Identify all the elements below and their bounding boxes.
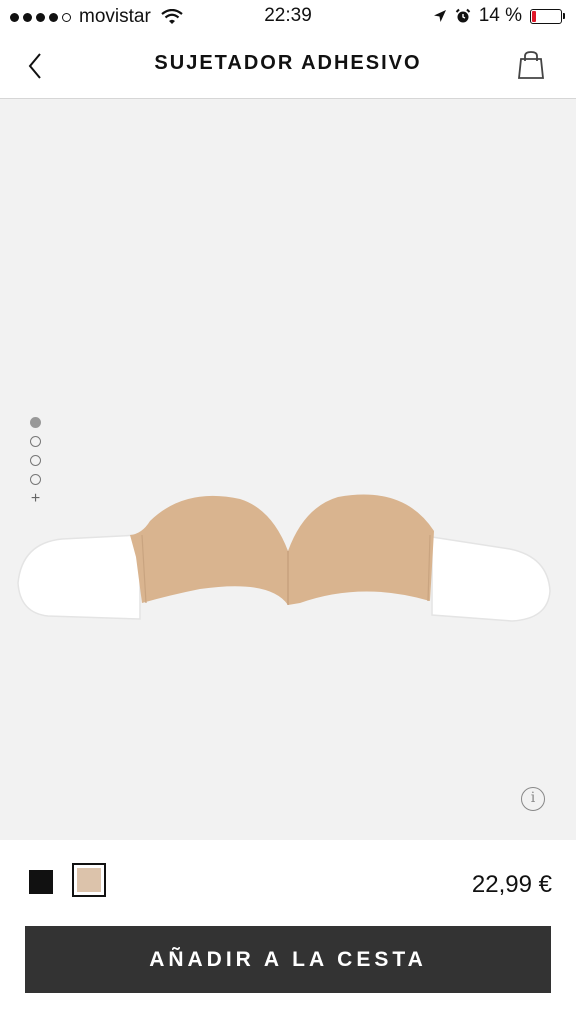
location-arrow-icon — [433, 10, 446, 22]
product-image — [17, 494, 551, 622]
add-to-cart-button[interactable]: AÑADIR A LA CESTA — [25, 926, 551, 993]
product-footer: 22,99 € AÑADIR A LA CESTA — [0, 840, 576, 1024]
bra-right-wing — [431, 536, 551, 622]
battery-level — [532, 10, 536, 22]
cart-button[interactable] — [516, 50, 546, 82]
bra-cups — [130, 494, 434, 605]
battery-percentage: 14 % — [478, 5, 522, 26]
page-title: SUJETADOR ADHESIVO — [154, 52, 422, 74]
bra-left-wing — [17, 534, 141, 620]
product-price: 22,99 € — [471, 871, 552, 898]
shopping-bag-icon — [518, 51, 544, 79]
status-bar: movistar 22:39 14 % — [0, 0, 576, 34]
color-swatch-black[interactable] — [29, 870, 53, 894]
color-swatch-nude[interactable] — [72, 863, 106, 897]
product-gallery[interactable]: + i — [0, 99, 576, 840]
gallery-dot[interactable] — [30, 455, 41, 466]
status-right: 14 % — [433, 5, 565, 27]
alarm-icon — [455, 8, 470, 23]
info-button[interactable]: i — [521, 787, 545, 811]
battery-icon — [530, 8, 565, 24]
gallery-dot[interactable] — [30, 417, 41, 428]
gallery-dot[interactable] — [30, 436, 41, 447]
navigation-bar: SUJETADOR ADHESIVO — [0, 34, 576, 99]
color-swatch-nude-fill — [77, 868, 101, 892]
